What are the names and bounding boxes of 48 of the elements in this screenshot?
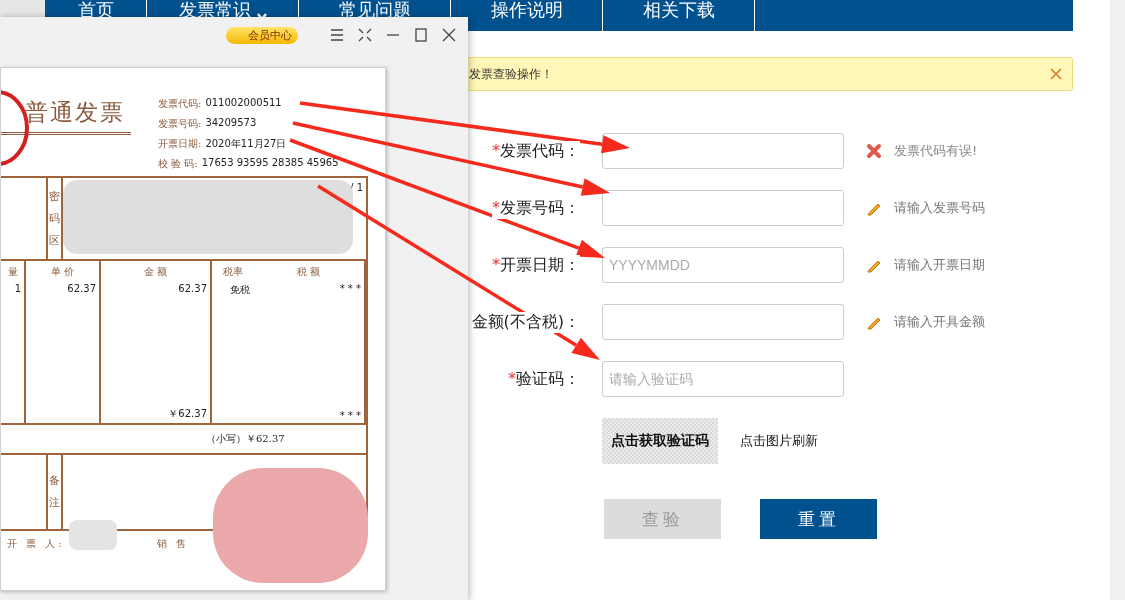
- info-value: 34209573: [205, 117, 257, 130]
- table-cell-text: 62.37: [177, 282, 208, 294]
- column-header: 税 额: [295, 265, 322, 279]
- input-field[interactable]: 请输入验证码: [602, 361, 844, 397]
- nav-link[interactable]: 相关下载: [603, 0, 755, 31]
- field-label: *发票代码：: [492, 140, 580, 162]
- info-label: 发票代码:: [158, 97, 202, 111]
- info-value: 2020年11月27日: [205, 137, 287, 151]
- notice-text: 发票查验操作！: [469, 65, 553, 83]
- total-cell: ￥62.37: [168, 407, 207, 421]
- input-field[interactable]: [602, 304, 844, 340]
- info-label: 开票日期:: [158, 137, 202, 151]
- remarks-label: 备注: [49, 473, 60, 511]
- refresh-hint: 点击图片刷新: [740, 432, 818, 450]
- info-label: 发票号码:: [158, 117, 202, 131]
- column-header: 单 价: [49, 265, 76, 279]
- info-value: 011002000511: [205, 97, 282, 110]
- pixelated-area: [69, 520, 117, 550]
- captcha-image[interactable]: 点击获取验证码: [602, 418, 718, 464]
- input-field[interactable]: [602, 133, 844, 169]
- reset-button[interactable]: 重置: [760, 499, 877, 539]
- fullscreen-icon[interactable]: [358, 28, 372, 42]
- input-field[interactable]: [602, 190, 844, 226]
- issuer-label: 开 票 人:: [7, 537, 65, 551]
- info-value: 17653 93595 28385 45965: [201, 157, 339, 170]
- table-cell-text: 62.37: [66, 282, 97, 294]
- field-hint: 请输入开票日期: [894, 256, 985, 274]
- total-cell: * * *: [339, 410, 361, 421]
- subtotal-text: （小写）￥62.37: [206, 432, 285, 446]
- table-cell-text: * * *: [338, 282, 362, 294]
- column-header: 税率: [221, 265, 244, 279]
- field-hint: 请输入发票号码: [894, 199, 985, 217]
- menu-icon[interactable]: [330, 29, 344, 41]
- maximize-icon[interactable]: [414, 28, 428, 42]
- field-hint: 发票代码有误!: [894, 142, 978, 160]
- column-header: 量: [6, 265, 19, 279]
- seller-label: 销 售: [156, 537, 189, 551]
- input-field[interactable]: YYYYMMDD: [602, 247, 844, 283]
- field-hint: 请输入开具金额: [894, 313, 985, 331]
- member-badge[interactable]: 会员中心: [226, 26, 298, 44]
- cipher-label: 密码区: [49, 188, 60, 249]
- table-cell-text: 免税: [229, 283, 251, 297]
- table-cell-text: 1: [13, 282, 22, 294]
- error-icon: [866, 143, 882, 159]
- column-header: 金 额: [142, 265, 169, 279]
- close-icon[interactable]: [442, 28, 456, 42]
- info-label: 校 验 码:: [158, 157, 198, 171]
- invoice-title: 普通发票: [1, 97, 131, 135]
